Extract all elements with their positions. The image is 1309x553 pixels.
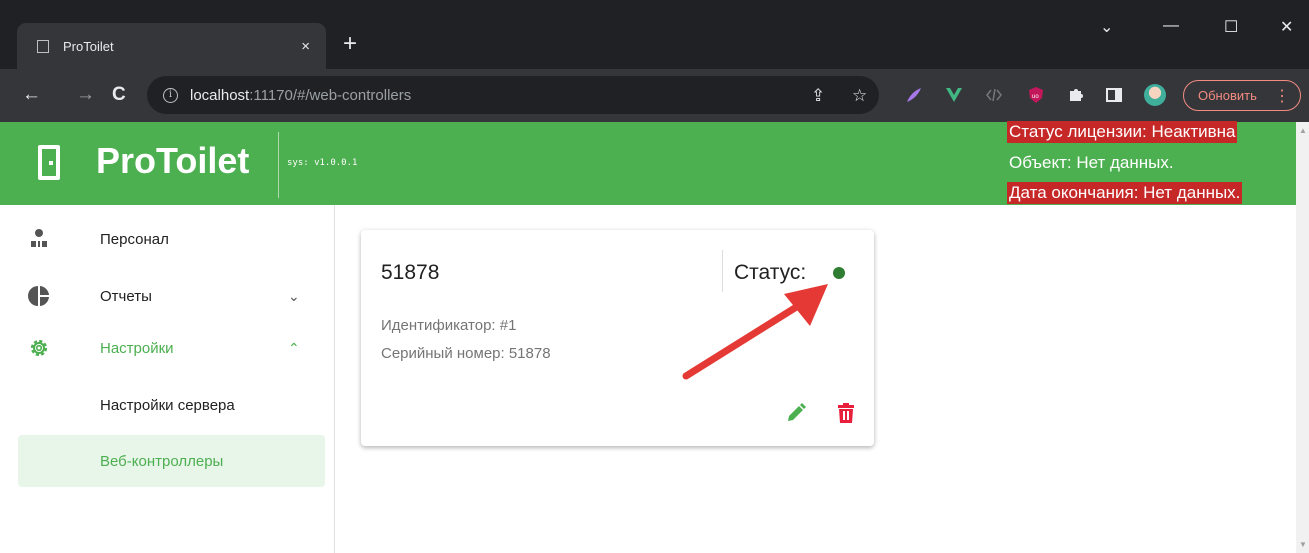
address-bar[interactable]: i localhost:11170/#/web-controllers (147, 76, 879, 114)
url-path: :11170/#/web-controllers (249, 86, 412, 104)
card-divider (722, 250, 723, 292)
sidebar-item-label: Веб-контроллеры (100, 452, 224, 470)
share-icon[interactable]: ⇪ (811, 86, 825, 106)
tab-favicon-icon (37, 39, 49, 53)
code-icon[interactable] (985, 86, 1003, 109)
status-label: Статус: (734, 261, 807, 284)
tab-close-icon[interactable]: × (301, 38, 310, 55)
vue-icon[interactable] (945, 86, 963, 109)
header-divider (278, 132, 279, 198)
sidebar-item-label: Отчеты (100, 287, 152, 305)
sidebar-item-reports[interactable]: Отчеты ⌄ (18, 270, 325, 322)
browser-menu-icon[interactable]: ⋮ (1274, 86, 1290, 106)
controller-identifier: Идентификатор: #1 (381, 317, 517, 334)
feather-icon[interactable] (905, 86, 923, 109)
gear-icon (27, 336, 51, 360)
back-button[interactable]: ← (22, 85, 41, 105)
tab-search-icon[interactable]: ⌄ (1100, 17, 1113, 37)
tab-title: ProToilet (63, 38, 114, 54)
site-info-icon[interactable]: i (163, 87, 178, 103)
forward-button[interactable]: → (76, 85, 95, 105)
delete-button[interactable] (835, 402, 857, 424)
sidebar-item-label: Персонал (100, 230, 169, 248)
sidepanel-icon[interactable] (1105, 86, 1123, 109)
trash-icon (838, 403, 854, 423)
pencil-icon (788, 403, 806, 421)
sidebar-item-server-settings[interactable]: Настройки сервера (18, 379, 325, 431)
url-host: localhost (190, 86, 250, 104)
expiry-date: Дата окончания: Нет данных. (1007, 182, 1243, 204)
sidebar-item-settings[interactable]: Настройки ⌃ (18, 322, 325, 374)
sidebar-item-web-controllers[interactable]: Веб-контроллеры (18, 435, 325, 487)
chevron-down-icon: ⌄ (288, 287, 300, 304)
scroll-up-icon[interactable]: ▲ (1299, 126, 1307, 135)
sidebar-item-label: Настройки сервера (100, 396, 235, 414)
app-title: ProToilet (96, 140, 250, 181)
edit-button[interactable] (785, 402, 807, 424)
door-logo-icon (38, 145, 60, 180)
bookmark-star-icon[interactable]: ☆ (852, 86, 867, 106)
ublock-icon[interactable]: uo (1027, 86, 1045, 109)
update-button[interactable]: Обновить ⋮ (1183, 80, 1301, 111)
puzzle-icon[interactable] (1067, 86, 1085, 109)
controller-serial: Серийный номер: 51878 (381, 345, 551, 362)
status-indicator (833, 267, 845, 279)
chevron-up-icon: ⌃ (288, 339, 300, 356)
new-tab-button[interactable]: + (343, 32, 357, 56)
update-label: Обновить (1198, 88, 1257, 103)
browser-tab[interactable]: ProToilet × (17, 23, 326, 69)
scroll-down-icon[interactable]: ▼ (1299, 540, 1307, 549)
page-scrollbar[interactable]: ▲ ▼ (1296, 122, 1309, 553)
version-label: sys: v1.0.0.1 (287, 158, 358, 168)
license-status: Статус лицензии: Неактивна (1007, 121, 1238, 143)
minimize-button[interactable]: — (1163, 17, 1179, 35)
sidebar-item-personnel[interactable]: Персонал (18, 213, 325, 265)
sidebar-item-label: Настройки (100, 339, 174, 357)
maximize-button[interactable]: ☐ (1224, 17, 1238, 37)
controller-title: 51878 (381, 261, 440, 284)
close-window-button[interactable]: ✕ (1280, 17, 1293, 37)
svg-text:uo: uo (1032, 94, 1039, 100)
pie-chart-icon (27, 284, 51, 308)
profile-avatar[interactable] (1144, 84, 1166, 106)
object-info: Объект: Нет данных. (1009, 153, 1174, 172)
personnel-icon (27, 227, 51, 251)
reload-button[interactable]: C (112, 85, 126, 105)
controller-card: 51878 Статус: Идентификатор: #1 Серийный… (361, 230, 874, 446)
